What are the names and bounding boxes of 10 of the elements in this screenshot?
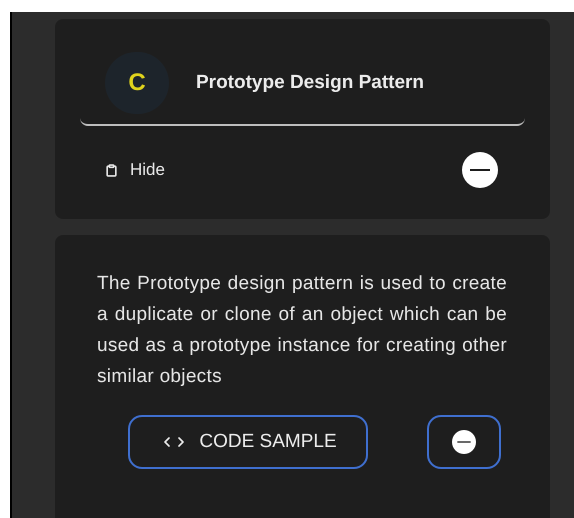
clipboard-icon	[105, 164, 118, 176]
hide-toggle[interactable]: Hide	[105, 157, 165, 183]
pattern-title: Prototype Design Pattern	[196, 70, 424, 95]
avatar: C	[105, 52, 169, 114]
code-sample-button[interactable]: CODE SAMPLE	[128, 414, 368, 469]
collapse-button[interactable]	[462, 152, 498, 188]
collapse-button[interactable]	[427, 414, 501, 469]
description-text: The Prototype design pattern is used to create a duplicate or clone of an object which can be used as a prototype instance for creating other similar objects	[97, 272, 507, 389]
minus-icon	[452, 430, 476, 454]
minus-icon	[462, 152, 498, 188]
